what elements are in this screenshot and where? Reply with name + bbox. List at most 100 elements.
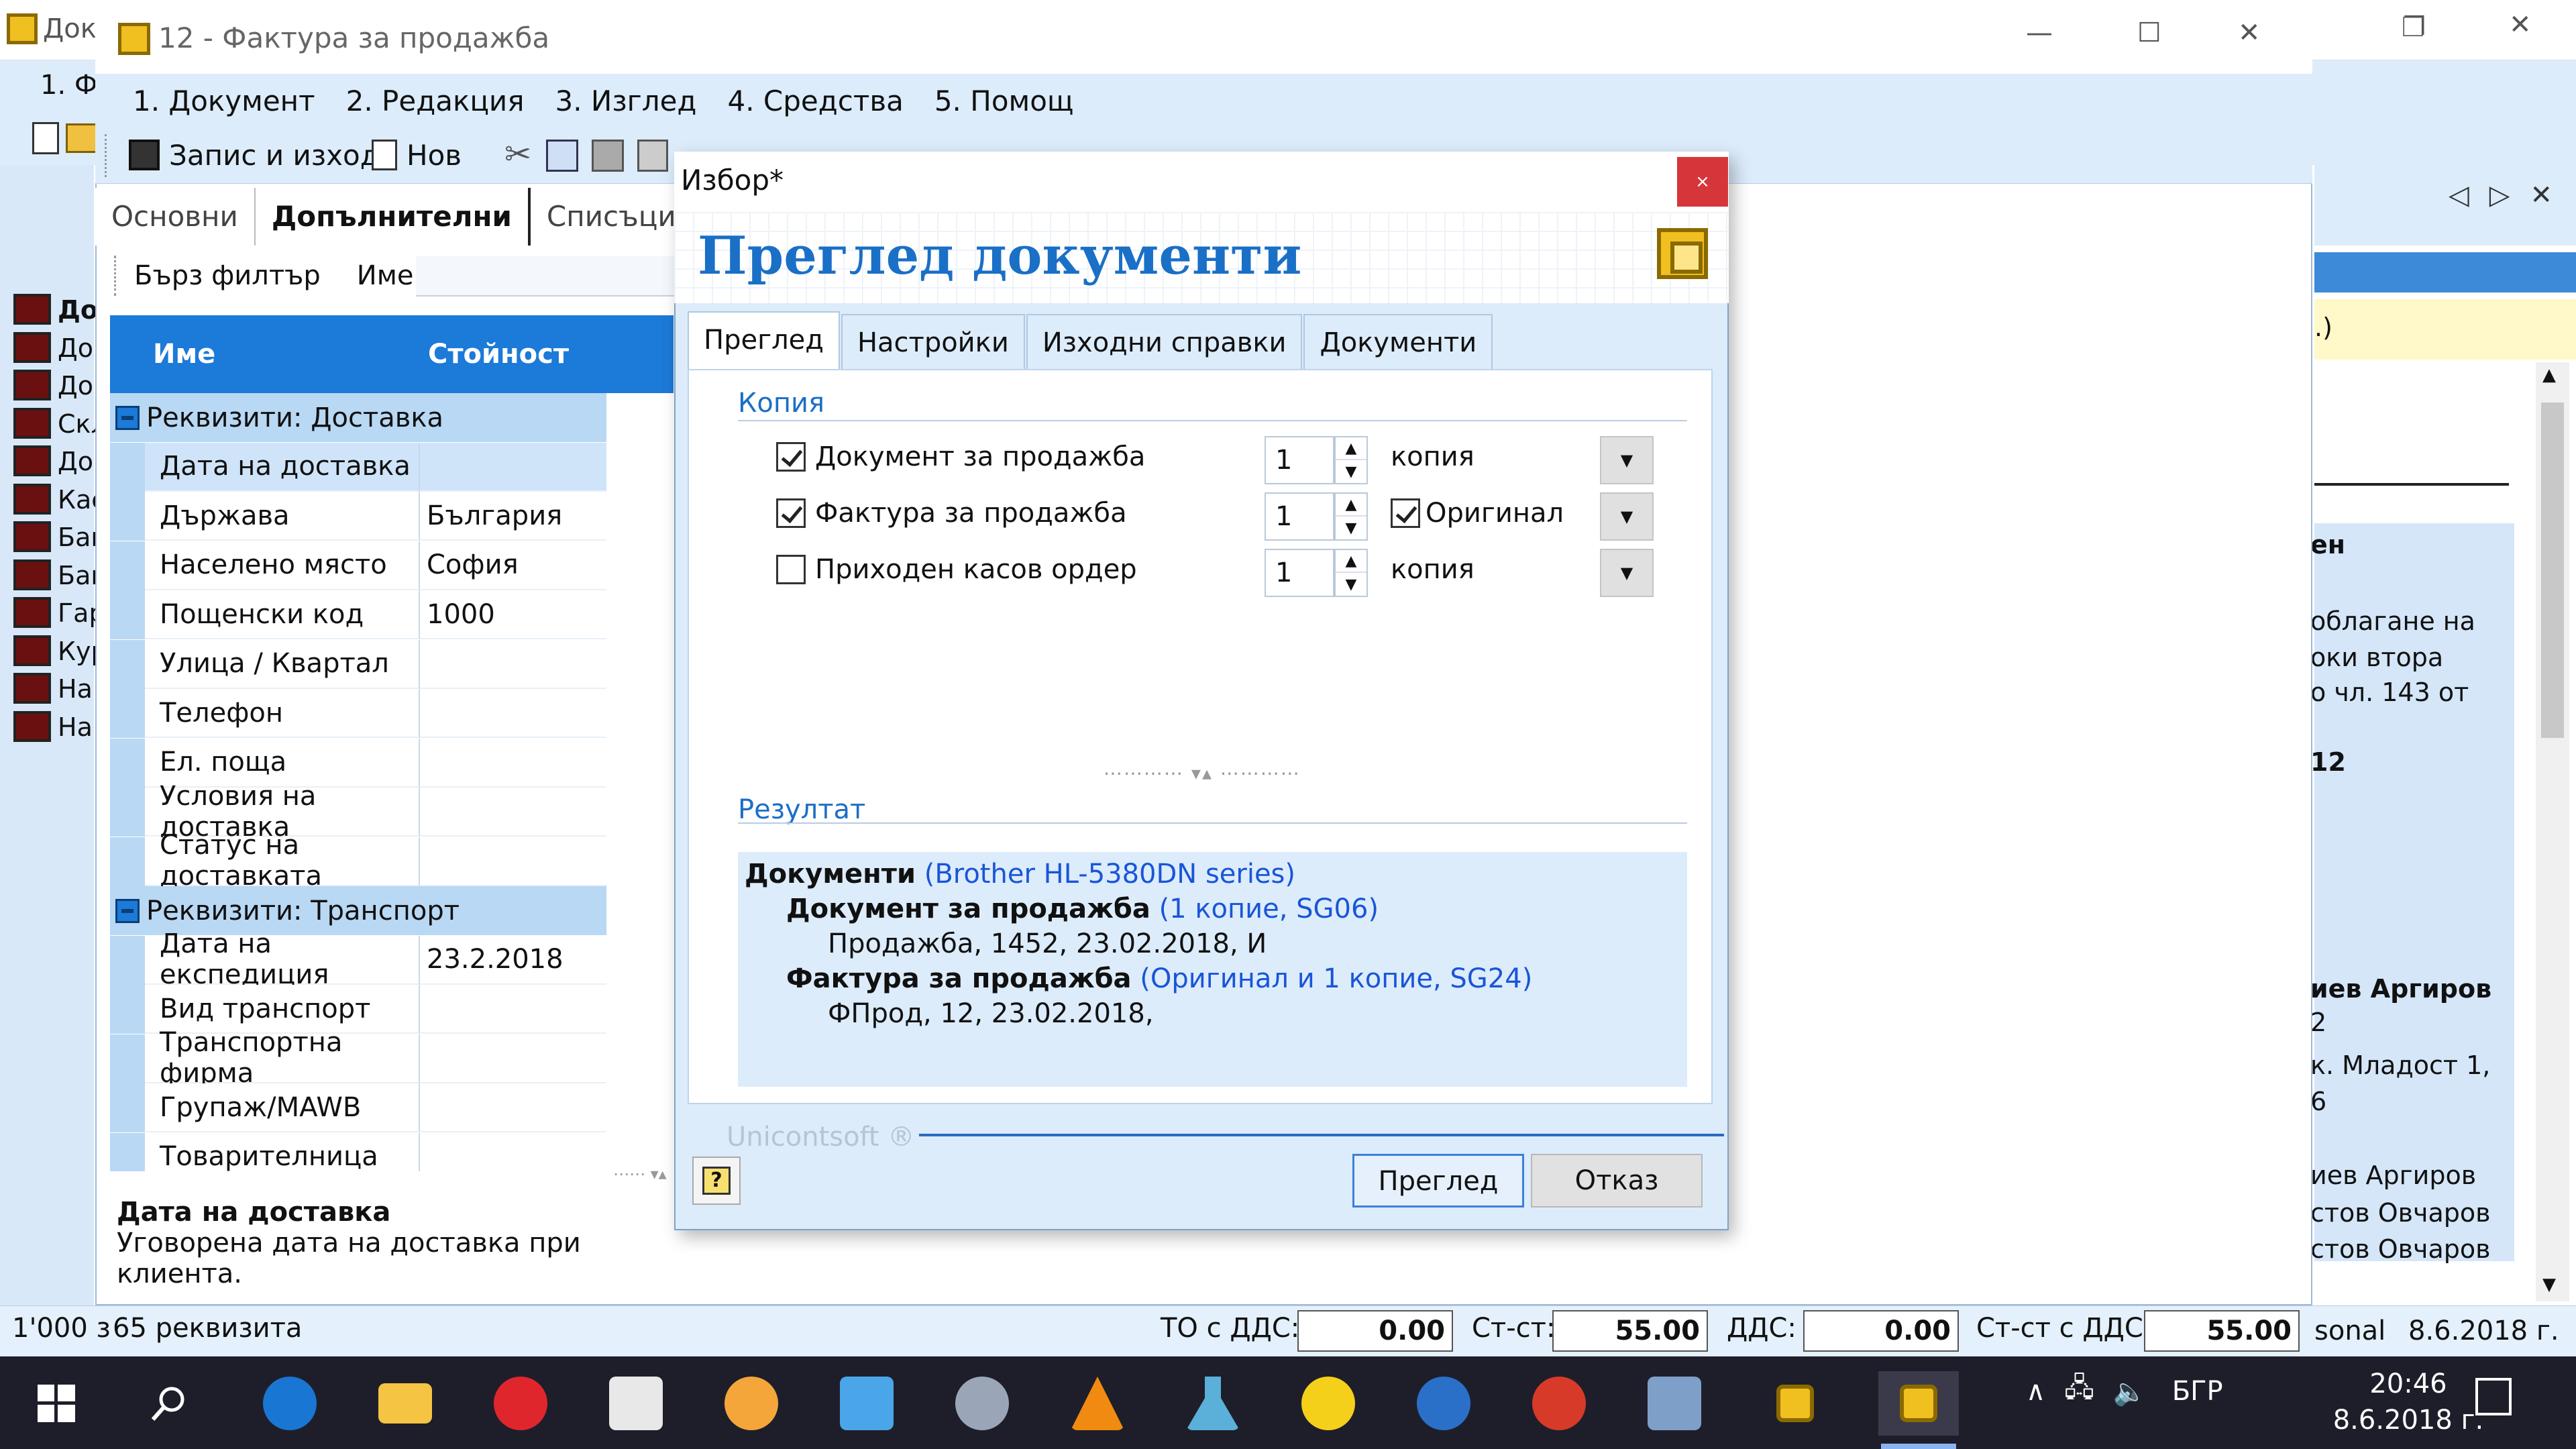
stepper-down-icon[interactable]: ▼ — [1336, 460, 1366, 483]
property-row[interactable]: Товарителница — [110, 1132, 606, 1172]
preview-button[interactable]: Преглед — [1352, 1154, 1524, 1208]
property-row[interactable]: Държава България — [110, 492, 606, 541]
invoice-tab[interactable]: Списъци — [531, 188, 692, 246]
background-list-item[interactable]: На — [58, 712, 93, 742]
volume-icon[interactable]: 🔈 — [2113, 1376, 2147, 1407]
menu-item[interactable]: 2. Редакция — [346, 85, 525, 117]
maximize-icon[interactable]: ☐ — [2137, 17, 2161, 48]
new-document-icon[interactable] — [32, 122, 59, 154]
copy-document-checkbox[interactable]: Фактура за продажба — [776, 498, 1127, 529]
property-value[interactable] — [420, 788, 606, 837]
panel-close-icon[interactable]: ✕ — [2530, 180, 2553, 211]
stepper-up-icon[interactable]: ▲ — [1336, 550, 1366, 573]
property-row[interactable]: Улица / Квартал — [110, 639, 606, 689]
background-list-item[interactable]: До — [58, 295, 98, 325]
taskbar-virtualbox[interactable] — [1642, 1371, 1707, 1436]
cancel-button[interactable]: Отказ — [1531, 1154, 1703, 1208]
property-row[interactable]: Пощенски код 1000 — [110, 590, 606, 639]
property-grid-scrollbar[interactable]: ⋯⋯ ▾▴ — [606, 393, 674, 1183]
taskbar-paint[interactable] — [719, 1371, 784, 1436]
property-value[interactable] — [420, 1133, 606, 1172]
minimize-icon[interactable]: — — [2026, 17, 2053, 48]
column-header-value[interactable]: Стойност — [428, 339, 569, 370]
menu-item[interactable]: 1. Документ — [133, 85, 315, 117]
copy-mode-dropdown[interactable]: ▼ — [1600, 492, 1654, 541]
stepper-down-icon[interactable]: ▼ — [1336, 517, 1366, 539]
copy-document-checkbox[interactable]: Документ за продажба — [776, 441, 1145, 472]
dialog-splitter-grip[interactable]: ⋯⋯⋯⋯ ▾▴ ⋯⋯⋯⋯ — [1104, 762, 1301, 784]
copy-count-input[interactable]: 1 — [1265, 492, 1334, 541]
help-button[interactable]: ? — [692, 1157, 741, 1205]
collapse-icon[interactable] — [115, 898, 140, 923]
taskbar-opera[interactable] — [488, 1371, 553, 1436]
menu-item[interactable]: 5. Помощ — [934, 85, 1074, 117]
copy-icon[interactable] — [546, 140, 578, 172]
taskbar-w-app[interactable] — [1411, 1371, 1476, 1436]
copy-count-input[interactable]: 1 — [1265, 549, 1334, 597]
taskbar-calculator[interactable] — [604, 1371, 668, 1436]
invoice-tab[interactable]: Допълнителни — [254, 188, 531, 246]
property-value[interactable]: София — [420, 541, 606, 590]
taskbar-flask[interactable] — [1181, 1371, 1245, 1436]
taskbar-app-sphere[interactable] — [950, 1371, 1014, 1436]
copy-count-stepper[interactable]: ▲ ▼ — [1334, 549, 1368, 597]
open-folder-icon[interactable] — [66, 123, 98, 153]
property-row[interactable]: Дата на доставка — [110, 442, 606, 492]
property-value[interactable]: 1000 — [420, 590, 606, 639]
property-value[interactable] — [420, 640, 606, 689]
prev-arrow-icon[interactable]: ◁ — [2449, 180, 2469, 211]
property-row[interactable]: Населено място София — [110, 541, 606, 590]
invoice-tab[interactable]: Основни — [95, 188, 254, 246]
property-value[interactable]: България — [420, 492, 606, 541]
property-value[interactable]: 23.2.2018 — [420, 936, 606, 985]
copy-mode-dropdown[interactable]: ▼ — [1600, 436, 1654, 484]
scroll-up-icon[interactable]: ▲ — [2542, 365, 2556, 385]
background-close-icon[interactable]: ✕ — [2509, 9, 2532, 40]
stepper-down-icon[interactable]: ▼ — [1336, 573, 1366, 596]
property-value[interactable] — [420, 1034, 606, 1083]
taskbar-vlc[interactable] — [1065, 1371, 1130, 1436]
column-header-name[interactable]: Име — [153, 339, 428, 370]
invoice-close-icon[interactable]: ✕ — [2238, 17, 2261, 48]
dialog-close-button[interactable]: × — [1677, 157, 1728, 207]
menu-item[interactable]: 4. Средства — [727, 85, 903, 117]
taskbar-explorer[interactable] — [373, 1371, 437, 1436]
property-row[interactable]: Транспортна фирма — [110, 1027, 606, 1089]
copy-count-stepper[interactable]: ▲ ▼ — [1334, 436, 1368, 484]
property-value[interactable] — [420, 689, 606, 738]
taskbar-unicontsoft-1[interactable] — [1763, 1371, 1827, 1436]
taskbar-unicontsoft-2[interactable] — [1878, 1371, 1959, 1436]
cut-icon[interactable]: ✂ — [504, 136, 531, 173]
background-restore-icon[interactable]: ❐ — [2402, 12, 2426, 43]
property-row[interactable]: Телефон — [110, 689, 606, 738]
dialog-tab[interactable]: Документи — [1303, 314, 1493, 369]
save-exit-button[interactable]: Запис и изход — [122, 131, 386, 178]
dialog-tab[interactable]: Преглед — [688, 311, 840, 369]
new-button[interactable]: Нов — [365, 131, 468, 178]
taskbar-edge[interactable] — [258, 1371, 322, 1436]
property-value[interactable] — [420, 739, 606, 788]
property-value[interactable] — [420, 442, 606, 492]
property-row[interactable]: Статус на доставката — [110, 830, 606, 892]
copy-count-input[interactable]: 1 — [1265, 436, 1334, 484]
copy-mode[interactable]: Оригинал — [1391, 498, 1564, 529]
taskbar-p-app[interactable] — [1527, 1371, 1591, 1436]
scroll-down-icon[interactable]: ▼ — [2542, 1275, 2556, 1295]
property-row[interactable]: Дата на експедиция 23.2.2018 — [110, 928, 606, 990]
search-button[interactable] — [137, 1371, 201, 1436]
tray-expand-icon[interactable]: ∧ — [2026, 1376, 2045, 1407]
dialog-tab[interactable]: Изходни справки — [1026, 314, 1303, 369]
property-row[interactable]: Групаж/MAWB — [110, 1083, 606, 1132]
property-value[interactable] — [420, 985, 606, 1034]
grid-resize-grip[interactable]: ⋯⋯ ▾▴ — [613, 1165, 667, 1183]
dialog-tab[interactable]: Настройки — [841, 314, 1025, 369]
property-group[interactable]: Реквизити: Доставка — [110, 393, 606, 442]
scrollbar-thumb[interactable] — [2541, 402, 2564, 738]
copy-count-stepper[interactable]: ▲ ▼ — [1334, 492, 1368, 541]
notifications-icon[interactable] — [2475, 1378, 2512, 1415]
property-value[interactable] — [420, 1083, 606, 1132]
background-list-item[interactable]: На — [58, 674, 93, 704]
network-icon[interactable]: 🖧 — [2064, 1368, 2094, 1414]
paste-icon[interactable] — [592, 140, 624, 172]
next-arrow-icon[interactable]: ▷ — [2489, 180, 2510, 211]
